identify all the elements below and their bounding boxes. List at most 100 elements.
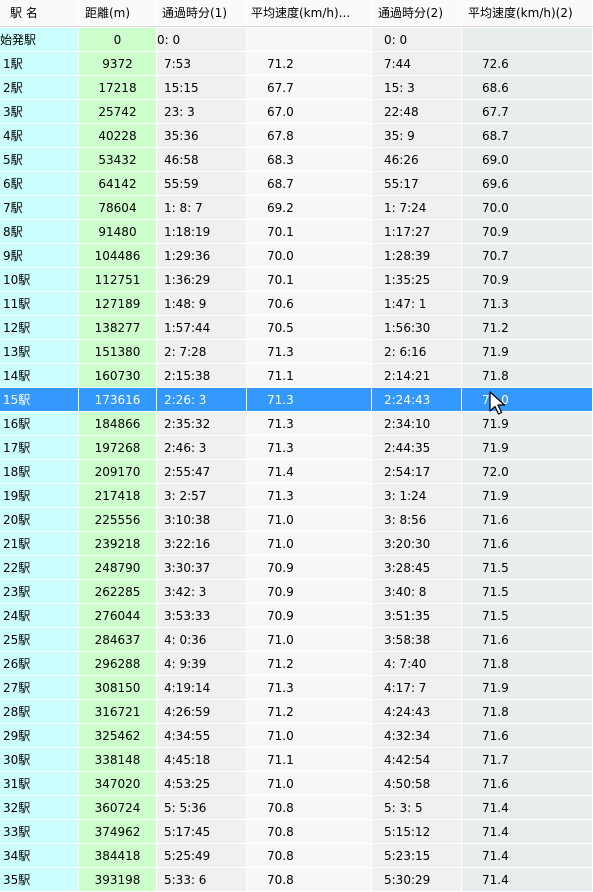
passing-time-1-cell[interactable]: 5:17:45: [157, 820, 247, 844]
table-row[interactable]: 14駅 160730 2:15:38 71.1 2:14:21 71.8: [0, 364, 593, 388]
distance-cell[interactable]: 160730: [79, 364, 157, 388]
passing-time-2-cell[interactable]: 3:40: 8: [372, 580, 462, 604]
average-speed-1-cell[interactable]: 70.9: [247, 604, 372, 628]
distance-cell[interactable]: 127189: [79, 292, 157, 316]
average-speed-1-cell[interactable]: 71.2: [247, 52, 372, 76]
distance-cell[interactable]: 347020: [79, 772, 157, 796]
station-name-cell[interactable]: 31駅: [0, 772, 79, 796]
station-name-cell[interactable]: 5駅: [0, 148, 79, 172]
distance-cell[interactable]: 184866: [79, 412, 157, 436]
station-name-cell[interactable]: 35駅: [0, 868, 79, 892]
station-name-cell[interactable]: 27駅: [0, 676, 79, 700]
passing-time-2-cell[interactable]: 4:32:34: [372, 724, 462, 748]
average-speed-2-cell[interactable]: 71.9: [462, 340, 593, 364]
passing-time-2-cell[interactable]: 2:54:17: [372, 460, 462, 484]
average-speed-1-cell[interactable]: 71.0: [247, 772, 372, 796]
average-speed-1-cell[interactable]: 70.0: [247, 244, 372, 268]
average-speed-2-cell[interactable]: 71.4: [462, 868, 593, 892]
passing-time-2-cell[interactable]: 55:17: [372, 172, 462, 196]
passing-time-1-cell[interactable]: 23: 3: [157, 100, 247, 124]
passing-time-2-cell[interactable]: 5:30:29: [372, 868, 462, 892]
table-row[interactable]: 24駅 276044 3:53:33 70.9 3:51:35 71.5: [0, 604, 593, 628]
table-row[interactable]: 33駅 374962 5:17:45 70.8 5:15:12 71.4: [0, 820, 593, 844]
passing-time-2-cell[interactable]: 1:47: 1: [372, 292, 462, 316]
station-name-cell[interactable]: 10駅: [0, 268, 79, 292]
average-speed-2-cell[interactable]: [462, 28, 593, 52]
distance-cell[interactable]: 104486: [79, 244, 157, 268]
passing-time-1-cell[interactable]: 2: 7:28: [157, 340, 247, 364]
passing-time-1-cell[interactable]: 4:26:59: [157, 700, 247, 724]
table-row[interactable]: 19駅 217418 3: 2:57 71.3 3: 1:24 71.9: [0, 484, 593, 508]
distance-cell[interactable]: 262285: [79, 580, 157, 604]
table-row[interactable]: 12駅 138277 1:57:44 70.5 1:56:30 71.2: [0, 316, 593, 340]
station-name-cell[interactable]: 14駅: [0, 364, 79, 388]
passing-time-2-cell[interactable]: 7:44: [372, 52, 462, 76]
average-speed-2-cell[interactable]: 71.6: [462, 532, 593, 556]
passing-time-1-cell[interactable]: 1:29:36: [157, 244, 247, 268]
distance-cell[interactable]: 209170: [79, 460, 157, 484]
distance-cell[interactable]: 17218: [79, 76, 157, 100]
average-speed-1-cell[interactable]: 71.0: [247, 508, 372, 532]
average-speed-2-cell[interactable]: 70.9: [462, 268, 593, 292]
passing-time-2-cell[interactable]: 5:15:12: [372, 820, 462, 844]
passing-time-2-cell[interactable]: 1:56:30: [372, 316, 462, 340]
passing-time-1-cell[interactable]: 5:33: 6: [157, 868, 247, 892]
average-speed-1-cell[interactable]: 67.8: [247, 124, 372, 148]
passing-time-2-cell[interactable]: 4:42:54: [372, 748, 462, 772]
table-row[interactable]: 5駅 53432 46:58 68.3 46:26 69.0: [0, 148, 593, 172]
average-speed-1-cell[interactable]: 68.7: [247, 172, 372, 196]
station-name-cell[interactable]: 7駅: [0, 196, 79, 220]
average-speed-2-cell[interactable]: 68.6: [462, 76, 593, 100]
distance-cell[interactable]: 374962: [79, 820, 157, 844]
table-row[interactable]: 1駅 9372 7:53 71.2 7:44 72.6: [0, 52, 593, 76]
average-speed-2-cell[interactable]: 71.8: [462, 364, 593, 388]
station-name-cell[interactable]: 6駅: [0, 172, 79, 196]
passing-time-2-cell[interactable]: 35: 9: [372, 124, 462, 148]
passing-time-1-cell[interactable]: 7:53: [157, 52, 247, 76]
column-header-distance[interactable]: 距離(m): [79, 0, 157, 27]
passing-time-2-cell[interactable]: 3:51:35: [372, 604, 462, 628]
average-speed-1-cell[interactable]: 67.0: [247, 100, 372, 124]
distance-cell[interactable]: 248790: [79, 556, 157, 580]
table-row[interactable]: 7駅 78604 1: 8: 7 69.2 1: 7:24 70.0: [0, 196, 593, 220]
passing-time-1-cell[interactable]: 4: 9:39: [157, 652, 247, 676]
average-speed-1-cell[interactable]: 71.1: [247, 748, 372, 772]
distance-cell[interactable]: 284637: [79, 628, 157, 652]
passing-time-1-cell[interactable]: 1:57:44: [157, 316, 247, 340]
average-speed-2-cell[interactable]: 67.7: [462, 100, 593, 124]
average-speed-1-cell[interactable]: 70.5: [247, 316, 372, 340]
station-name-cell[interactable]: 24駅: [0, 604, 79, 628]
passing-time-2-cell[interactable]: 1:17:27: [372, 220, 462, 244]
distance-cell[interactable]: 384418: [79, 844, 157, 868]
average-speed-2-cell[interactable]: 71.9: [462, 676, 593, 700]
average-speed-2-cell[interactable]: 69.6: [462, 172, 593, 196]
table-row[interactable]: 8駅 91480 1:18:19 70.1 1:17:27 70.9: [0, 220, 593, 244]
passing-time-1-cell[interactable]: 4:34:55: [157, 724, 247, 748]
station-name-cell[interactable]: 18駅: [0, 460, 79, 484]
distance-cell[interactable]: 9372: [79, 52, 157, 76]
distance-cell[interactable]: 151380: [79, 340, 157, 364]
table-row[interactable]: 4駅 40228 35:36 67.8 35: 9 68.7: [0, 124, 593, 148]
table-row[interactable]: 3駅 25742 23: 3 67.0 22:48 67.7: [0, 100, 593, 124]
average-speed-1-cell[interactable]: 70.9: [247, 556, 372, 580]
passing-time-2-cell[interactable]: 4:17: 7: [372, 676, 462, 700]
average-speed-2-cell[interactable]: 71.6: [462, 772, 593, 796]
passing-time-2-cell[interactable]: 15: 3: [372, 76, 462, 100]
distance-cell[interactable]: 78604: [79, 196, 157, 220]
station-name-cell[interactable]: 16駅: [0, 412, 79, 436]
distance-cell[interactable]: 393198: [79, 868, 157, 892]
column-header-average-speed-1[interactable]: 平均速度(km/h)...: [247, 0, 372, 27]
table-row[interactable]: 11駅 127189 1:48: 9 70.6 1:47: 1 71.3: [0, 292, 593, 316]
passing-time-1-cell[interactable]: 1:36:29: [157, 268, 247, 292]
distance-cell[interactable]: 197268: [79, 436, 157, 460]
distance-cell[interactable]: 173616: [79, 388, 157, 412]
average-speed-1-cell[interactable]: 70.1: [247, 268, 372, 292]
average-speed-2-cell[interactable]: 71.4: [462, 820, 593, 844]
distance-cell[interactable]: 360724: [79, 796, 157, 820]
average-speed-1-cell[interactable]: 71.3: [247, 436, 372, 460]
table-row[interactable]: 10駅 112751 1:36:29 70.1 1:35:25 70.9: [0, 268, 593, 292]
passing-time-1-cell[interactable]: 4: 0:36: [157, 628, 247, 652]
passing-time-1-cell[interactable]: 2:46: 3: [157, 436, 247, 460]
table-row[interactable]: 25駅 284637 4: 0:36 71.0 3:58:38 71.6: [0, 628, 593, 652]
average-speed-2-cell[interactable]: 72.6: [462, 52, 593, 76]
